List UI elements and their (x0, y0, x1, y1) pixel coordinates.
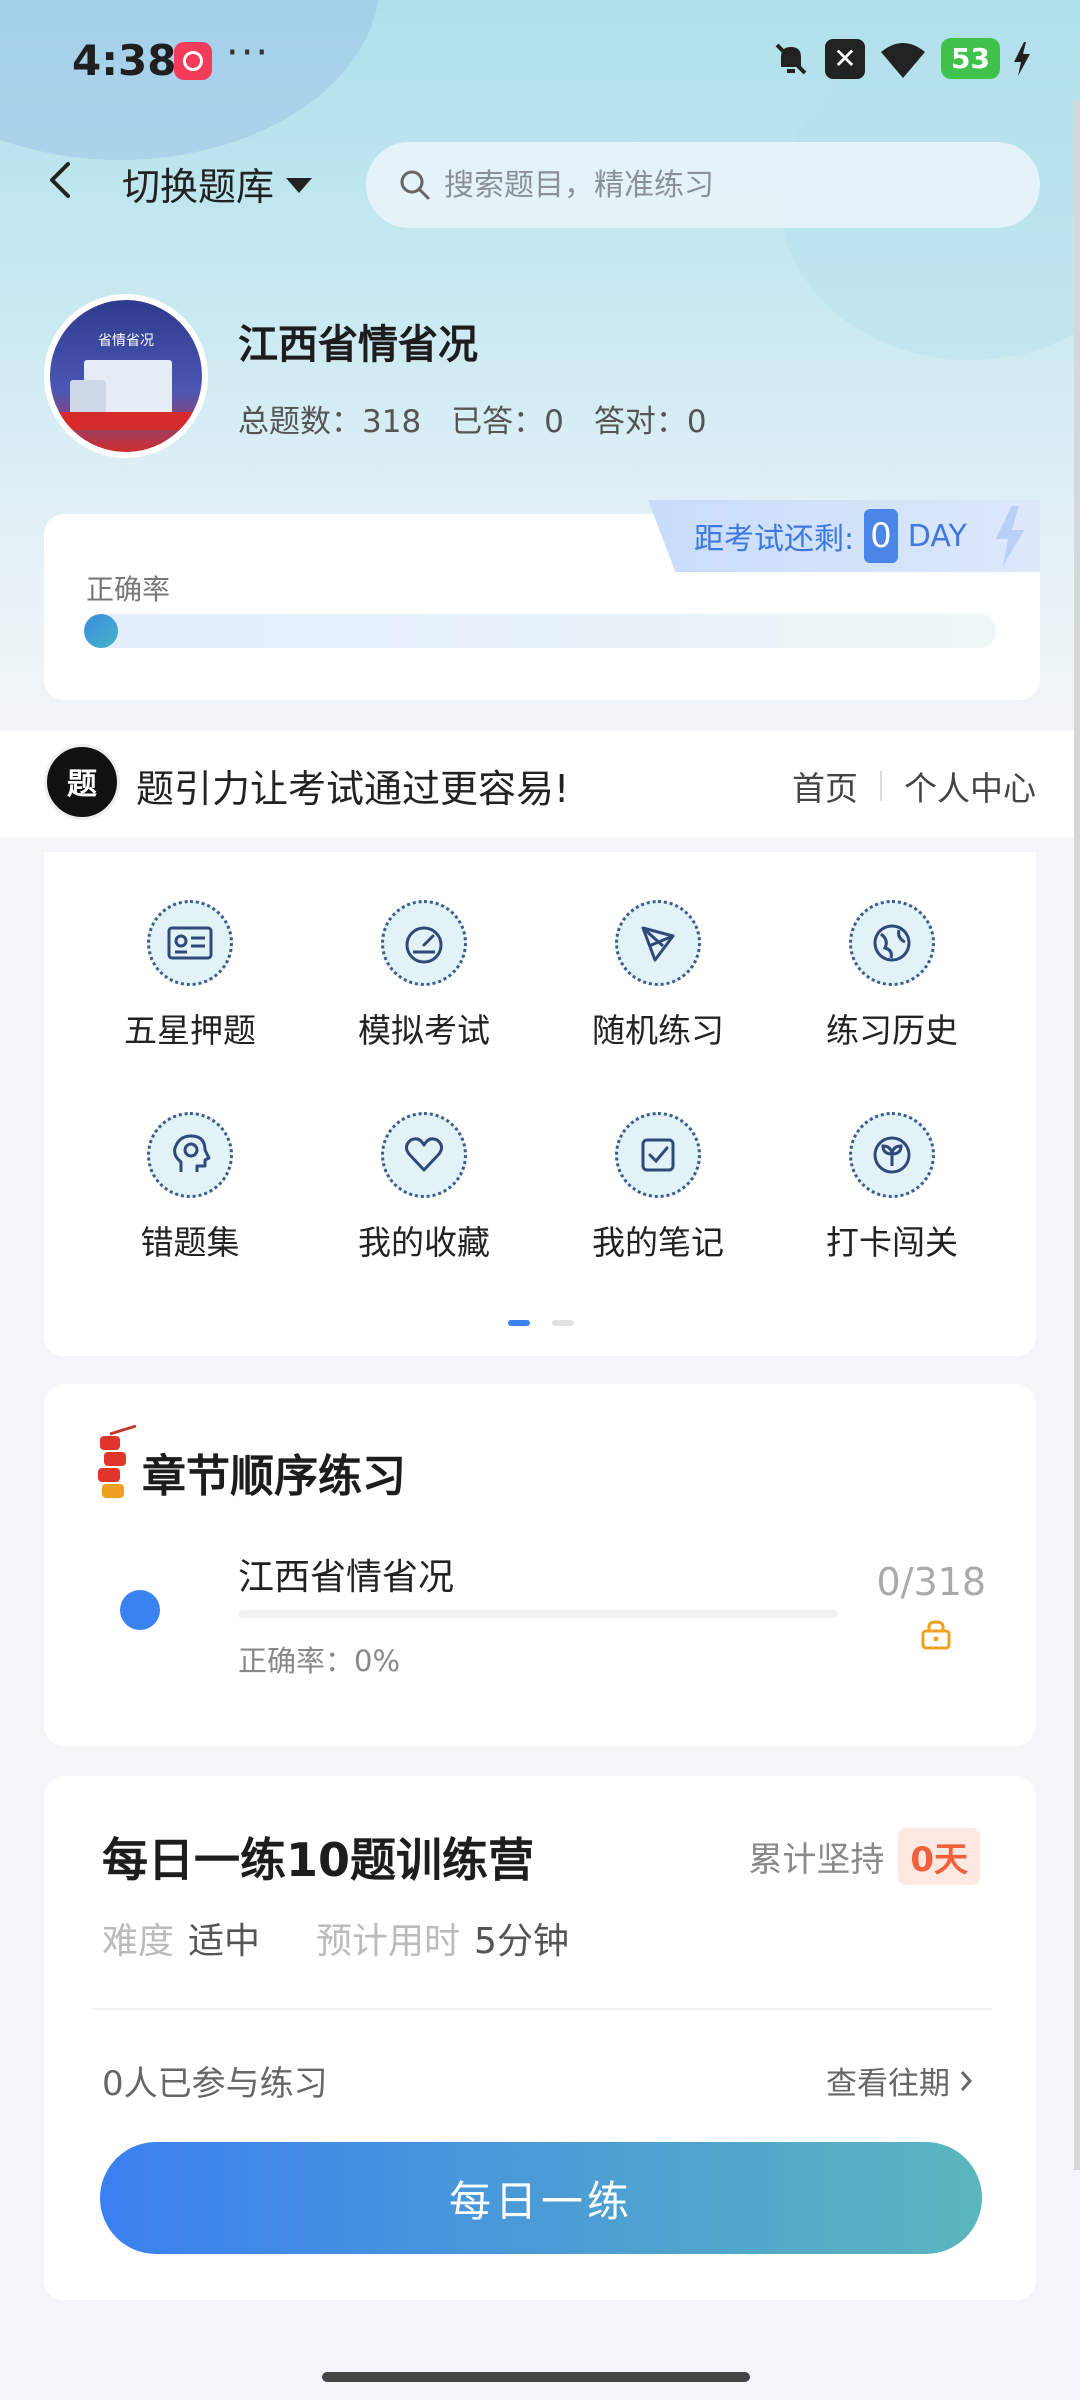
promo-nav: 首页 个人中心 (792, 762, 1036, 810)
search-input[interactable] (444, 167, 1004, 203)
difficulty-info: 难度 适中 (102, 1912, 260, 1964)
chapter-section-title: 章节顺序练习 (142, 1451, 406, 1502)
brand-logo: 题 (44, 744, 120, 820)
menu-item-notes[interactable]: 我的笔记 (558, 1066, 758, 1266)
switch-bank-label: 切换题库 (122, 165, 275, 209)
difficulty-value: 适中 (188, 1921, 261, 1962)
answered-count: 已答：0 (451, 404, 564, 440)
firecracker-icon (98, 1424, 137, 1498)
charging-icon (1014, 41, 1030, 76)
menu-item-label: 随机练习 (592, 1011, 724, 1050)
promo-slogan: 题引力让考试通过更容易! (136, 767, 570, 811)
correct-count: 答对：0 (593, 404, 707, 440)
menu-item-mock-exam[interactable]: 模拟考试 (324, 854, 524, 1054)
chapter-progress-track (238, 1610, 838, 1618)
status-bar: 4:38 ··· ✕ 53 (0, 0, 1080, 120)
globe-icon (849, 900, 935, 986)
chapter-progress-count: 0/318 (876, 1560, 986, 1604)
menu-item-label: 五星押题 (124, 1011, 256, 1050)
menu-item-checkin[interactable]: 打卡闯关 (792, 1066, 992, 1266)
nav-divider (880, 771, 882, 801)
mute-bell-icon (775, 43, 807, 74)
chapter-accuracy: 正确率：0% (238, 1644, 401, 1678)
lock-icon (921, 1620, 951, 1650)
streak-info: 累计坚持 0天 (748, 1828, 980, 1885)
menu-item-five-star[interactable]: 五星押题 (90, 854, 290, 1054)
question-bank-title: 江西省情省况 (238, 322, 478, 368)
accuracy-progress-handle (84, 614, 118, 648)
search-icon (400, 170, 430, 200)
chevron-left-icon (50, 162, 70, 198)
question-bank-avatar: 省情省况 (44, 294, 208, 458)
status-time: 4:38 (72, 36, 177, 85)
nav-profile-link[interactable]: 个人中心 (904, 762, 1036, 810)
menu-item-label: 模拟考试 (358, 1011, 490, 1050)
accuracy-label: 正确率 (86, 573, 171, 606)
chapter-name[interactable]: 江西省情省况 (238, 1548, 454, 1600)
difficulty-key: 难度 (102, 1921, 175, 1962)
countdown-label: 距考试还剩: (694, 522, 855, 557)
pager-dot-active[interactable] (508, 1320, 530, 1326)
chevron-right-icon (960, 2070, 973, 2091)
note-check-icon (615, 1112, 701, 1198)
home-indicator[interactable] (322, 2372, 750, 2382)
back-button[interactable] (40, 150, 90, 220)
time-value: 5分钟 (474, 1921, 569, 1962)
notification-app-icon (174, 42, 212, 80)
menu-item-label: 打卡闯关 (826, 1223, 958, 1262)
pager-dot[interactable] (552, 1320, 574, 1326)
menu-item-practice-history[interactable]: 练习历史 (792, 854, 992, 1054)
past-issues-link[interactable]: 查看往期 (826, 2058, 974, 2103)
status-icons: ✕ 53 (771, 38, 1030, 79)
countdown-unit: DAY (907, 518, 967, 554)
divider (92, 2008, 992, 2010)
question-bank-stats: 总题数：318 已答：0 答对：0 (238, 396, 707, 441)
total-questions: 总题数：318 (238, 404, 422, 440)
avatar-caption: 省情省况 (98, 333, 154, 349)
accuracy-progress-track (86, 614, 996, 648)
sprout-icon (849, 1112, 935, 1198)
participants-count: 0人已参与练习 (102, 2064, 328, 2104)
battery-indicator: 53 (941, 38, 1000, 79)
speedometer-icon (381, 900, 467, 986)
countdown-value: 0 (864, 509, 898, 563)
head-icon (147, 1112, 233, 1198)
close-box-icon: ✕ (825, 38, 866, 79)
caret-down-icon (286, 178, 313, 193)
estimated-time-info: 预计用时 5分钟 (316, 1912, 569, 1964)
wifi-icon (881, 42, 926, 78)
menu-item-label: 错题集 (140, 1223, 240, 1262)
menu-item-label: 我的笔记 (592, 1223, 724, 1262)
daily-practice-button[interactable]: 每日一练 (100, 2142, 982, 2254)
switch-bank-dropdown[interactable]: 切换题库 (122, 156, 313, 211)
time-key: 预计用时 (316, 1921, 461, 1962)
lightning-icon (995, 506, 1025, 566)
exam-countdown-badge: 距考试还剩: 0 DAY (648, 500, 1040, 572)
daily-camp-title: 每日一练10题训练营 (102, 1833, 535, 1887)
shuffle-icon (615, 900, 701, 986)
scrollbar[interactable] (1074, 100, 1080, 2170)
avatar-band (50, 412, 202, 430)
chapter-status-dot (120, 1590, 160, 1630)
streak-badge: 0天 (898, 1828, 980, 1885)
heart-icon (381, 1112, 467, 1198)
streak-label: 累计坚持 (748, 1840, 885, 1880)
menu-item-wrong-questions[interactable]: 错题集 (90, 1066, 290, 1266)
menu-item-label: 练习历史 (826, 1011, 958, 1050)
daily-meta: 难度 适中 预计用时 5分钟 (102, 1912, 569, 1964)
nav-home-link[interactable]: 首页 (792, 762, 858, 810)
menu-item-label: 我的收藏 (358, 1223, 490, 1262)
more-notifications-icon: ··· (226, 30, 271, 76)
menu-item-random-practice[interactable]: 随机练习 (558, 854, 758, 1054)
menu-item-favorites[interactable]: 我的收藏 (324, 1066, 524, 1266)
search-bar[interactable] (366, 142, 1040, 228)
past-issues-label: 查看往期 (826, 2066, 950, 2102)
id-card-icon (147, 900, 233, 986)
